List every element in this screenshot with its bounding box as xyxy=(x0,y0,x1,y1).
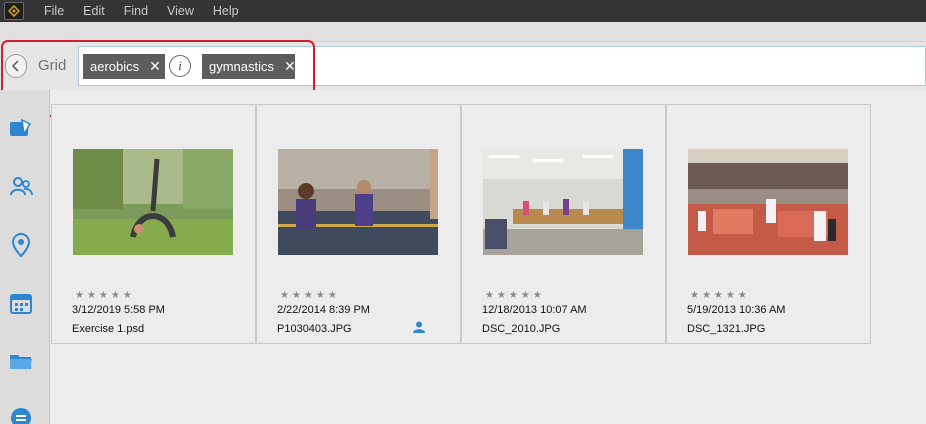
people-icon[interactable] xyxy=(8,174,34,200)
tag-label: aerobics xyxy=(90,59,140,74)
item-filename: DSC_2010.JPG xyxy=(482,323,561,335)
item-date: 5/19/2013 10:36 AM xyxy=(687,304,786,316)
menu-bar: File Edit Find View Help xyxy=(0,0,926,22)
thumbnail-image[interactable] xyxy=(278,149,438,255)
menu-help[interactable]: Help xyxy=(213,4,239,18)
toolbar-strip xyxy=(0,22,926,42)
menu-view[interactable]: View xyxy=(167,4,194,18)
star-rating[interactable]: ★★★★★ xyxy=(485,290,545,301)
search-tag-gymnastics[interactable]: gymnastics ✕ xyxy=(202,54,296,79)
star-rating[interactable]: ★★★★★ xyxy=(280,290,340,301)
close-icon[interactable]: ✕ xyxy=(284,58,296,75)
star-rating[interactable]: ★★★★★ xyxy=(75,290,135,301)
item-date: 12/18/2013 10:07 AM xyxy=(482,304,587,316)
item-filename: Exercise 1.psd xyxy=(72,323,145,335)
item-date: 3/12/2019 5:58 PM xyxy=(72,304,165,316)
grid-item[interactable]: ★★★★★ 2/22/2014 8:39 PM P1030403.JPG xyxy=(256,104,461,344)
menu-edit[interactable]: Edit xyxy=(83,4,105,18)
item-filename: DSC_1321.JPG xyxy=(687,323,766,335)
close-icon[interactable]: ✕ xyxy=(149,58,161,75)
places-icon[interactable] xyxy=(8,232,34,258)
grid-item[interactable]: ★★★★★ 5/19/2013 10:36 AM DSC_1321.JPG xyxy=(666,104,871,344)
menu-find[interactable]: Find xyxy=(124,4,148,18)
app-logo-icon xyxy=(4,2,24,20)
back-button[interactable] xyxy=(5,54,27,78)
item-date: 2/22/2014 8:39 PM xyxy=(277,304,370,316)
menu-file[interactable]: File xyxy=(44,4,64,18)
thumbnail-image[interactable] xyxy=(688,149,848,255)
person-tag-icon[interactable] xyxy=(412,320,426,333)
media-icon[interactable] xyxy=(8,116,34,142)
events-icon[interactable] xyxy=(8,290,34,316)
item-filename: P1030403.JPG xyxy=(277,323,352,335)
left-nav xyxy=(0,90,50,424)
view-label: Grid xyxy=(38,57,67,74)
more-icon[interactable] xyxy=(8,402,34,424)
chevron-left-icon xyxy=(11,60,19,72)
tag-label: gymnastics xyxy=(209,59,275,74)
folders-icon[interactable] xyxy=(8,348,34,374)
search-operator-toggle[interactable]: i xyxy=(169,55,191,77)
grid-item[interactable]: ★★★★★ 3/12/2019 5:58 PM Exercise 1.psd xyxy=(51,104,256,344)
grid-item[interactable]: ★★★★★ 12/18/2013 10:07 AM DSC_2010.JPG xyxy=(461,104,666,344)
thumbnail-image[interactable] xyxy=(73,149,233,255)
search-tag-aerobics[interactable]: aerobics ✕ xyxy=(83,54,165,79)
thumbnail-image[interactable] xyxy=(483,149,643,255)
search-input[interactable]: aerobics ✕ i gymnastics ✕ xyxy=(78,46,926,86)
star-rating[interactable]: ★★★★★ xyxy=(690,290,750,301)
